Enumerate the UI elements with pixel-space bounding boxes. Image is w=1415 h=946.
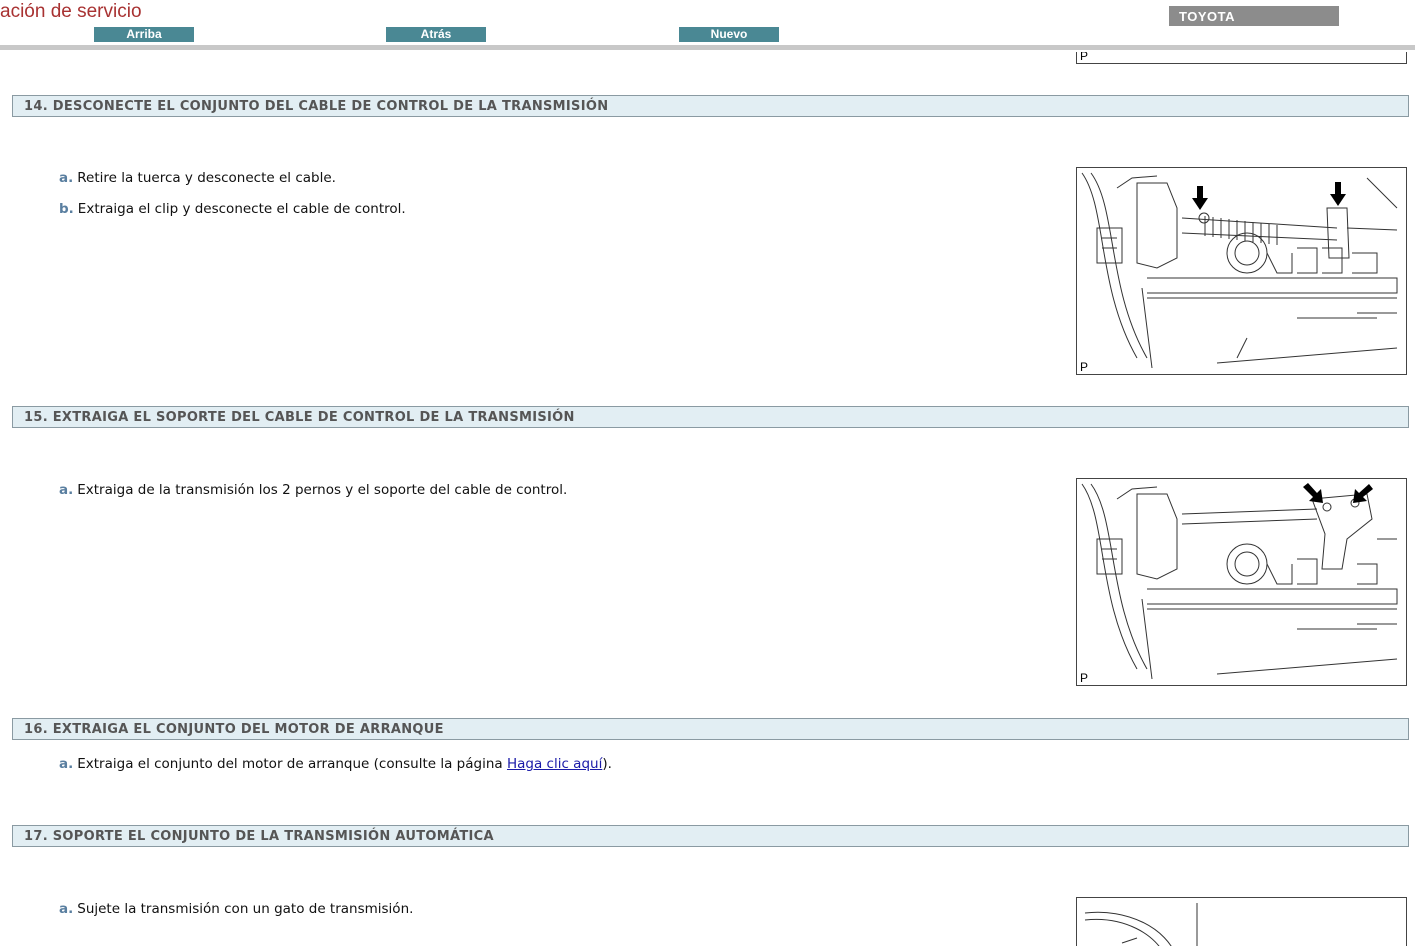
step-marker: a. <box>59 170 74 186</box>
top-header: ación de servicio Arriba Atrás Nuevo TOY… <box>0 0 1415 52</box>
section-heading-text: 14. DESCONECTE EL CONJUNTO DEL CABLE DE … <box>24 99 609 114</box>
figure-17-transmission-jack <box>1076 897 1407 946</box>
step-14b: b. Extraiga el clip y desconecte el cable… <box>59 200 406 218</box>
transmission-illustration <box>1084 903 1198 946</box>
section-heading-text: 16. EXTRAIGA EL CONJUNTO DEL MOTOR DE AR… <box>24 722 444 737</box>
bracket-illustration <box>1081 483 1398 680</box>
figure-label: P <box>1080 360 1089 374</box>
section-15-heading: 15. EXTRAIGA EL SOPORTE DEL CABLE DE CON… <box>12 406 1409 428</box>
previous-figure: P <box>1076 52 1407 64</box>
header-divider <box>0 45 1415 50</box>
section-16-heading: 16. EXTRAIGA EL CONJUNTO DEL MOTOR DE AR… <box>12 718 1409 740</box>
step-text: Extraiga el clip y desconecte el cable d… <box>77 201 406 217</box>
section-17-heading: 17. SOPORTE EL CONJUNTO DE LA TRANSMISIÓ… <box>12 825 1409 847</box>
new-button[interactable]: Nuevo <box>679 27 779 42</box>
reference-link[interactable]: Haga clic aquí <box>507 756 602 772</box>
step-text: Retire la tuerca y desconecte el cable. <box>77 170 336 186</box>
step-marker: a. <box>59 756 74 772</box>
step-marker: b. <box>59 201 74 217</box>
step-text: Extraiga de la transmisión los 2 pernos … <box>77 482 568 498</box>
step-marker: a. <box>59 482 74 498</box>
cable-illustration <box>1081 172 1398 369</box>
section-heading-text: 17. SOPORTE EL CONJUNTO DE LA TRANSMISIÓ… <box>24 829 494 844</box>
brand-logo: TOYOTA <box>1169 6 1339 26</box>
step-17a: a. Sujete la transmisión con un gato de t… <box>59 900 413 918</box>
section-heading-text: 15. EXTRAIGA EL SOPORTE DEL CABLE DE CON… <box>24 410 575 425</box>
app-title: ación de servicio <box>0 1 142 22</box>
step-marker: a. <box>59 901 74 917</box>
figure-label: P <box>1080 671 1089 685</box>
up-button[interactable]: Arriba <box>94 27 194 42</box>
procedure-content: P 14. DESCONECTE EL CONJUNTO DEL CABLE D… <box>0 52 1415 946</box>
step-text: Sujete la transmisión con un gato de tra… <box>77 901 414 917</box>
step-text-before: Extraiga el conjunto del motor de arranq… <box>77 756 507 772</box>
figure-14-cable-disconnect: P <box>1076 167 1407 375</box>
step-14a: a. Retire la tuerca y desconecte el cable… <box>59 169 336 187</box>
section-14-heading: 14. DESCONECTE EL CONJUNTO DEL CABLE DE … <box>12 95 1409 117</box>
figure-label: P <box>1080 52 1089 63</box>
step-15a: a. Extraiga de la transmisión los 2 perno… <box>59 481 567 499</box>
step-16a: a. Extraiga el conjunto del motor de arra… <box>59 755 612 773</box>
back-button[interactable]: Atrás <box>386 27 486 42</box>
figure-15-bracket-removal: P <box>1076 478 1407 686</box>
step-text-after: ). <box>602 756 612 772</box>
